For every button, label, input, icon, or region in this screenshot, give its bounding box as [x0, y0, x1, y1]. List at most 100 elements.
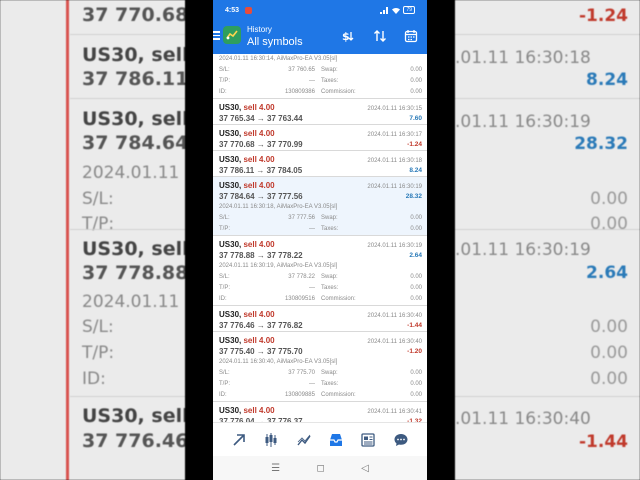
- detail-label: Swap:: [321, 67, 338, 73]
- row-symbol: US30, sell 4.00: [219, 129, 275, 138]
- header-title[interactable]: All symbols: [247, 36, 303, 48]
- back-button[interactable]: ◁: [361, 463, 369, 474]
- trade-side: sell 4.00: [243, 336, 275, 345]
- recents-button[interactable]: ☰: [271, 463, 280, 474]
- history-row[interactable]: US30, sell 4.00 2024.01.11 16:30:40 37 776…: [213, 306, 427, 332]
- row-header: US30, sell 4.00 2024.01.11 16:30:41: [219, 402, 422, 415]
- detail-label: S/L:: [219, 215, 230, 221]
- trade-side: sell 4.00: [243, 155, 275, 164]
- row-symbol: US30, sell 4.00: [219, 310, 275, 319]
- history-row[interactable]: US30, sell 4.00 2024.01.11 16:30:18 37 786…: [213, 151, 427, 177]
- order-info: 2024.01.11 16:30:14, AiMaxPro-EA V3.05[s…: [219, 56, 338, 62]
- history-row[interactable]: US30, sell 4.00 2024.01.11 16:30:17 37 770…: [213, 125, 427, 151]
- background-text: 0.00: [590, 317, 628, 337]
- detail-value: 130809516: [284, 296, 315, 302]
- open-close-prices: 37 775.40 → 37 775.70: [219, 346, 303, 356]
- background-text: 37 776.46 →: [82, 430, 185, 452]
- detail-value: 0.00: [410, 370, 422, 376]
- row-header: US30, sell 4.00 2024.01.11 16:30:17: [219, 125, 422, 138]
- background-text: T/P:: [82, 214, 115, 234]
- status-icons: 79: [380, 6, 415, 14]
- notification-icon: [245, 6, 253, 14]
- detail-value: 0.00: [410, 274, 422, 280]
- background-text: S/L:: [82, 317, 114, 337]
- signal-icon: [380, 6, 389, 14]
- detail-value: 130809386: [284, 89, 315, 95]
- background-divider: [455, 34, 640, 35]
- trade-side: sell 4.00: [243, 310, 275, 319]
- app-logo-icon: [223, 26, 241, 44]
- background-text: .01.11 16:30:19: [455, 240, 591, 260]
- background-text: US30, sell 4.0: [82, 44, 185, 66]
- symbol-name: US30,: [219, 240, 242, 249]
- detail-value: 0.00: [410, 215, 422, 221]
- screen: 37 770.68 →US30, sell 4.037 786.11US30, …: [0, 0, 640, 480]
- background-text: 8.24: [586, 70, 628, 90]
- row-time: 2024.01.11 16:30:15: [367, 106, 422, 112]
- detail-label: T/P:: [219, 285, 231, 291]
- news-tab[interactable]: [358, 430, 378, 450]
- background-text: ID:: [82, 369, 106, 389]
- sort-icon[interactable]: [372, 28, 388, 44]
- background-text: 2.64: [586, 263, 628, 283]
- detail-label: Commission:: [321, 296, 356, 302]
- detail-label: Taxes:: [321, 285, 339, 291]
- detail-line: ID: 130809516 Commission: 0.00: [219, 294, 422, 305]
- detail-value: 0.00: [410, 381, 422, 387]
- detail-label: Taxes:: [321, 226, 339, 232]
- calendar-icon[interactable]: [403, 28, 419, 44]
- background-text: 37 770.68 →: [82, 4, 185, 26]
- menu-icon[interactable]: [213, 31, 221, 41]
- history-inbox-icon: [330, 433, 343, 446]
- svg-text:$: $: [342, 30, 350, 43]
- background-text: 2024.01.11 16: [82, 163, 185, 183]
- history-row[interactable]: US30, sell 4.00 2024.01.11 16:30:41 37 776…: [213, 402, 427, 422]
- detail-value: 0.00: [410, 89, 422, 95]
- detail-value: —: [309, 226, 315, 232]
- detail-label: T/P:: [219, 78, 231, 84]
- trade-icon: [297, 434, 311, 445]
- row-profit: 8.24: [409, 166, 422, 174]
- detail-label: Commission:: [321, 89, 356, 95]
- history-row[interactable]: US30, sell 4.00 2024.01.11 16:30:40 37 775…: [213, 332, 427, 402]
- row-symbol: US30, sell 4.00: [219, 181, 275, 190]
- detail-label: ID:: [219, 89, 227, 95]
- trade-side: sell 4.00: [243, 103, 275, 112]
- dollar-sort-icon[interactable]: $: [340, 28, 356, 44]
- background-text: 0.00: [590, 189, 628, 209]
- chart-tab[interactable]: [261, 430, 281, 450]
- order-info: 2024.01.11 16:30:18, AiMaxPro-EA V3.05[s…: [219, 204, 338, 210]
- detail-line: T/P: — Taxes: 0.00: [219, 76, 422, 87]
- history-tab[interactable]: [326, 430, 346, 450]
- status-time: 4:53: [225, 6, 240, 14]
- detail-value: 0.00: [410, 226, 422, 232]
- home-button[interactable]: ◻: [316, 463, 324, 474]
- detail-line: S/L: 37 778.22 Swap: 0.00: [219, 272, 422, 283]
- history-row[interactable]: US30, sell 4.00 2024.01.11 16:30:19 37 784…: [213, 177, 427, 236]
- messages-tab[interactable]: [391, 430, 411, 450]
- background-text: .01.11 16:30:19: [455, 112, 591, 132]
- background-text: 0.00: [590, 369, 628, 389]
- detail-label: T/P:: [219, 226, 231, 232]
- detail-label: Taxes:: [321, 78, 339, 84]
- background-text: 37 786.11: [82, 68, 185, 90]
- detail-label: S/L:: [219, 67, 230, 73]
- background-text: 2024.01.11 16: [82, 292, 185, 312]
- history-row[interactable]: US30, sell 4.00 2024.01.11 16:30:19 37 778…: [213, 236, 427, 306]
- history-row[interactable]: US30, sell 4.00 2024.01.11 16:30:15 37 765…: [213, 99, 427, 125]
- row-header: US30, sell 4.00 2024.01.11 16:30:18: [219, 151, 422, 164]
- order-info: 2024.01.11 16:30:19, AiMaxPro-EA V3.05[s…: [219, 263, 338, 269]
- row-time: 2024.01.11 16:30:17: [367, 132, 422, 138]
- row-time: 2024.01.11 16:30:18: [367, 158, 422, 164]
- trade-tab[interactable]: [294, 430, 314, 450]
- symbol-name: US30,: [219, 155, 242, 164]
- history-list[interactable]: 2024.01.11 16:30:14, AiMaxPro-EA V3.05[s…: [213, 54, 427, 422]
- row-prices: 37 765.34 → 37 763.44 7.60: [219, 112, 422, 124]
- trade-side: sell 4.00: [243, 181, 275, 190]
- background-text: US30, sell 4.0: [82, 238, 185, 260]
- history-row[interactable]: 2024.01.11 16:30:14, AiMaxPro-EA V3.05[s…: [213, 54, 427, 99]
- quotes-tab[interactable]: [229, 430, 249, 450]
- trade-side: sell 4.00: [243, 406, 275, 415]
- system-nav-bar: ☰ ◻ ◁: [213, 456, 427, 480]
- background-divider: [70, 229, 185, 230]
